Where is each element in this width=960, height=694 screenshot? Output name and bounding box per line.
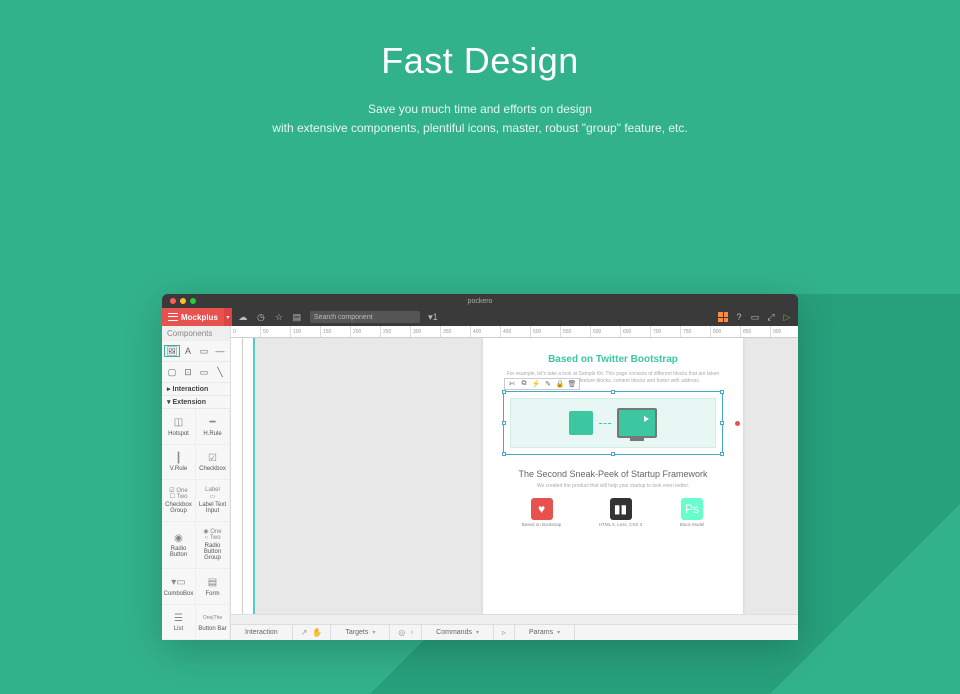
edit-icon[interactable]: ✎ [543, 380, 553, 388]
canvas-area: 0501001502002503003504004505005506006507… [231, 326, 798, 640]
scrollbar-horizontal[interactable] [231, 614, 798, 624]
artboard-heading-1: Based on Twitter Bootstrap [503, 354, 723, 365]
rect-shape-icon[interactable]: ▢ [164, 366, 180, 378]
star-icon[interactable]: ☆ [274, 312, 284, 322]
feature-html5: ▮▮HTML 5, Less, CSS 3 [599, 498, 642, 527]
globe-icon[interactable]: ◷ [256, 312, 266, 322]
hero-title: Fast Design [0, 40, 960, 82]
brand-dropdown[interactable]: ▾ [224, 308, 232, 326]
copy-icon[interactable]: ⧉ [519, 380, 529, 388]
brand-name: Mockplus [181, 313, 218, 322]
tab-params[interactable]: Params▾ [515, 625, 575, 640]
input-shape-icon[interactable]: ▭ [196, 366, 212, 378]
lock-icon[interactable]: 🔒 [555, 380, 565, 388]
link-icon[interactable]: ⚡ [531, 380, 541, 388]
interaction-link-dot[interactable] [735, 421, 740, 426]
search-input[interactable]: Search component [310, 311, 420, 323]
feature-block: PsBlock Model [680, 498, 705, 527]
close-dot[interactable] [170, 298, 176, 304]
selection-toolbar[interactable]: ✄ ⧉ ⚡ ✎ 🔒 🗑 [504, 378, 580, 390]
page-icon[interactable]: ▫ [410, 628, 413, 637]
hero-subtitle: Save you much time and efforts on design… [0, 100, 960, 138]
extension-section[interactable]: ▾ Extension [162, 396, 230, 409]
help-icon[interactable]: ? [734, 312, 744, 322]
app-toolbar: Mockplus ▾ ☁ ◷ ☆ ▤ Search component ▾ 1 … [162, 308, 798, 326]
artboard: Based on Twitter Bootstrap For example, … [483, 338, 743, 614]
button-shape-icon[interactable]: ▭ [196, 345, 212, 357]
artboard-para-2: We created the product that will help yo… [503, 483, 723, 490]
delete-icon[interactable]: 🗑 [567, 380, 577, 388]
ruler-vertical [231, 338, 243, 614]
tab-targets[interactable]: Targets▾ [331, 625, 390, 640]
comp-buttonbar[interactable]: One|TheButton Bar [196, 605, 230, 641]
tab-interaction[interactable]: Interaction [231, 625, 293, 640]
grid-icon[interactable] [718, 312, 728, 322]
mac-titlebar: pockero [162, 294, 798, 308]
comp-hotspot[interactable]: ◫Hotspot [162, 409, 196, 445]
comp-label-input[interactable]: Label ▭Label Text Input [196, 480, 230, 522]
image-shape-icon[interactable]: 🖼 [164, 345, 180, 357]
comp-checkbox[interactable]: ☑Checkbox [196, 445, 230, 481]
target-icon[interactable]: ◎ [398, 628, 405, 637]
diag-shape-icon[interactable]: ╲ [212, 366, 228, 378]
components-title: Components [162, 326, 230, 341]
minimize-dot[interactable] [180, 298, 186, 304]
zoom-dot[interactable] [190, 298, 196, 304]
window-title: pockero [468, 298, 493, 305]
comp-list[interactable]: ☰List [162, 605, 196, 641]
feature-bootstrap: ♥Based on Bootstrap [522, 498, 562, 527]
comp-vrule[interactable]: ┃V.Rule [162, 445, 196, 481]
interaction-section[interactable]: ▸ Interaction [162, 383, 230, 396]
canvas-page[interactable]: Based on Twitter Bootstrap For example, … [255, 338, 798, 614]
placeholder-shape-icon[interactable]: ⊡ [180, 366, 196, 378]
dropdown-one[interactable]: ▾ 1 [428, 312, 438, 322]
comp-form[interactable]: ▤Form [196, 569, 230, 605]
cut-icon[interactable]: ✄ [507, 380, 517, 388]
cmd-icon[interactable]: ▹ [502, 628, 506, 637]
ruler-horizontal: 0501001502002503003504004505005506006507… [231, 326, 798, 338]
comp-combobox[interactable]: ▾▭ComboBox [162, 569, 196, 605]
bottom-tabs: Interaction ↗ ✋ Targets▾ ◎ ▫ Commands▾ ▹ P… [231, 624, 798, 640]
comp-radio-group[interactable]: ◉ One○ TwoRadio Button Group [196, 522, 230, 570]
layers-icon[interactable]: ▤ [292, 312, 302, 322]
play-icon[interactable]: ▷ [782, 312, 792, 322]
comp-checkbox-group[interactable]: ☑ One☐ TwoCheckbox Group [162, 480, 196, 522]
text-shape-icon[interactable]: A [180, 345, 196, 357]
app-window: pockero Mockplus ▾ ☁ ◷ ☆ ▤ Search compon… [162, 294, 798, 640]
tab-commands[interactable]: Commands▾ [422, 625, 494, 640]
selected-image-component[interactable]: ✄ ⧉ ⚡ ✎ 🔒 🗑 [503, 391, 723, 455]
brand[interactable]: Mockplus [162, 308, 224, 326]
artboard-heading-2: The Second Sneak-Peek of Startup Framewo… [503, 469, 723, 479]
illustration-image [510, 398, 716, 448]
comp-radio[interactable]: ◉Radio Button [162, 522, 196, 570]
fullscreen-icon[interactable]: ⤢ [766, 312, 776, 322]
hand-icon[interactable]: ✋ [312, 628, 322, 637]
window-icon[interactable]: ▭ [750, 312, 760, 322]
line-shape-icon[interactable]: — [212, 345, 228, 357]
cloud-icon[interactable]: ☁ [238, 312, 248, 322]
menu-icon [168, 312, 178, 322]
guide-vertical[interactable] [243, 338, 255, 614]
comp-hrule[interactable]: ━H.Rule [196, 409, 230, 445]
pointer-icon[interactable]: ↗ [301, 628, 308, 637]
components-panel: Components 🖼 A ▭ — ▢ ⊡ ▭ ╲ ▸ Interaction… [162, 326, 231, 640]
component-grid: ◫Hotspot ━H.Rule ┃V.Rule ☑Checkbox ☑ One… [162, 409, 230, 640]
